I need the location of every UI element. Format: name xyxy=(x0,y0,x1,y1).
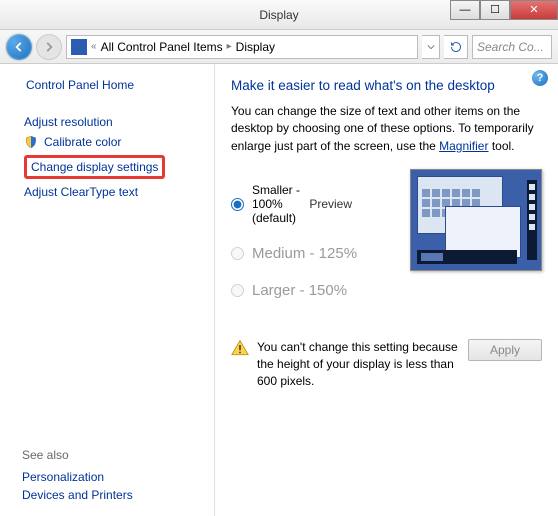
preview-image xyxy=(410,169,542,271)
sidebar-task-label: Adjust resolution xyxy=(24,115,113,129)
apply-button: Apply xyxy=(468,339,542,361)
size-option-smaller[interactable]: Smaller - 100% (default) Preview xyxy=(231,183,392,225)
warning-text: You can't change this setting because th… xyxy=(257,339,460,389)
sidebar-task-label: Calibrate color xyxy=(44,135,121,149)
window-title: Display xyxy=(259,8,298,22)
sidebar-task-change-display-settings[interactable]: Change display settings xyxy=(22,152,204,182)
magnifier-link[interactable]: Magnifier xyxy=(439,139,488,153)
page-heading: Make it easier to read what's on the des… xyxy=(231,78,542,93)
maximize-button[interactable]: ☐ xyxy=(480,0,510,20)
navigation-bar: « All Control Panel Items ▸ Display Sear… xyxy=(0,30,558,64)
chevron-right-icon: ▸ xyxy=(227,41,232,52)
sidebar-task-label: Adjust ClearType text xyxy=(24,185,138,199)
help-icon[interactable]: ? xyxy=(532,70,548,86)
size-radio-medium xyxy=(231,247,244,260)
warning-row: You can't change this setting because th… xyxy=(231,339,542,389)
content-area: Control Panel Home Adjust resolution Cal… xyxy=(0,64,558,516)
close-button[interactable]: ✕ xyxy=(510,0,558,20)
sidebar-task-label: Change display settings xyxy=(24,155,165,179)
sidebar-task-adjust-resolution[interactable]: Adjust resolution xyxy=(22,112,204,132)
breadcrumb-item[interactable]: Display xyxy=(236,40,275,54)
back-button[interactable] xyxy=(6,34,32,60)
breadcrumb-item[interactable]: All Control Panel Items xyxy=(101,40,223,54)
refresh-button[interactable] xyxy=(444,35,468,59)
main-panel: ? Make it easier to read what's on the d… xyxy=(215,64,558,516)
size-option-label: Larger - 150% xyxy=(252,282,347,299)
shield-icon xyxy=(24,135,38,149)
see-also-personalization[interactable]: Personalization xyxy=(22,470,204,484)
sidebar-task-calibrate-color[interactable]: Calibrate color xyxy=(22,132,204,152)
window-controls: ― ☐ ✕ xyxy=(450,0,558,20)
forward-button[interactable] xyxy=(36,34,62,60)
breadcrumb-dropdown-button[interactable] xyxy=(422,35,440,59)
size-option-label: Medium - 125% xyxy=(252,245,357,262)
sidebar-task-adjust-cleartype[interactable]: Adjust ClearType text xyxy=(22,182,204,202)
control-panel-home-link[interactable]: Control Panel Home xyxy=(26,78,204,92)
preview-label: Preview xyxy=(309,197,352,211)
see-also-devices-printers[interactable]: Devices and Printers xyxy=(22,488,204,502)
breadcrumb[interactable]: « All Control Panel Items ▸ Display xyxy=(66,35,418,59)
sidebar: Control Panel Home Adjust resolution Cal… xyxy=(0,64,215,516)
search-input[interactable]: Search Co... xyxy=(472,35,552,59)
size-radio-smaller[interactable] xyxy=(231,198,244,211)
size-option-label: Smaller - 100% (default) xyxy=(252,183,301,225)
size-radio-larger xyxy=(231,284,244,297)
warning-icon xyxy=(231,339,249,357)
minimize-button[interactable]: ― xyxy=(450,0,480,20)
title-bar: Display ― ☐ ✕ xyxy=(0,0,558,30)
page-description: You can change the size of text and othe… xyxy=(231,103,542,155)
see-also-heading: See also xyxy=(22,448,204,462)
size-option-medium: Medium - 125% xyxy=(231,245,392,262)
size-option-larger: Larger - 150% xyxy=(231,282,392,299)
breadcrumb-sep-icon: « xyxy=(91,41,97,52)
control-panel-icon xyxy=(71,39,87,55)
